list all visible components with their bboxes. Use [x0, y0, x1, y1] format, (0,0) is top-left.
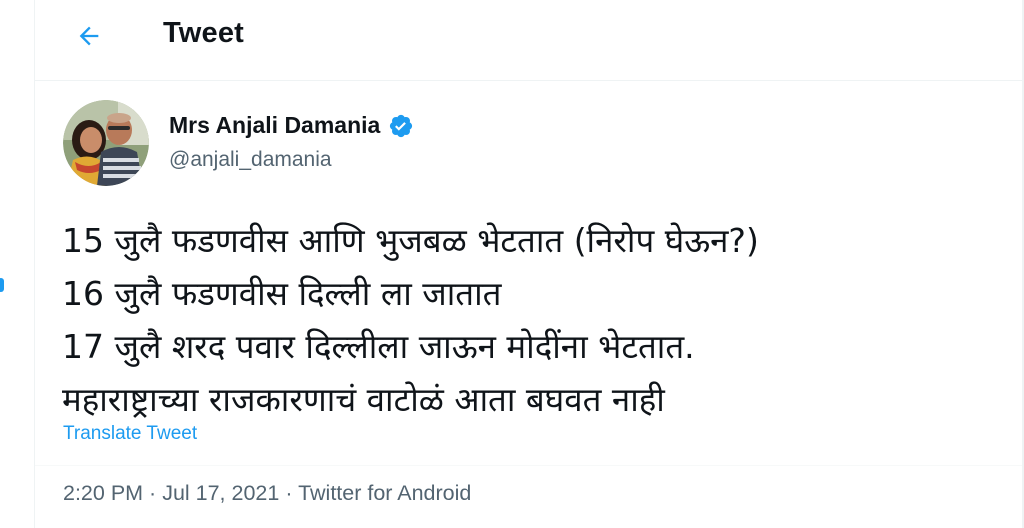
verified-badge-icon	[390, 114, 413, 137]
meta-separator: ·	[143, 481, 163, 505]
nav-indicator	[0, 278, 4, 292]
translate-tweet-link[interactable]: Translate Tweet	[63, 423, 197, 445]
left-nav-edge	[0, 0, 35, 528]
back-button[interactable]	[69, 16, 109, 56]
tweet-time[interactable]: 2:20 PM	[63, 481, 143, 505]
profile-photo-icon	[63, 100, 149, 186]
page-header: Tweet	[35, 0, 1022, 81]
author-display-name: Mrs Anjali Damania	[169, 112, 381, 138]
tweet-text: 15 जुलै फडणवीस आणि भुजबळ भेटतात (निरोप घ…	[62, 214, 962, 426]
author-handle[interactable]: @anjali_damania	[169, 148, 332, 172]
author-name[interactable]: Mrs Anjali Damania	[169, 112, 414, 139]
tweet-detail-page: Tweet Mrs Anjali Damania @anjali_damania…	[0, 0, 1024, 528]
tweet-line: 17 जुलै शरद पवार दिल्लीला जाऊन मोदींना भ…	[62, 327, 695, 366]
meta-separator: ·	[279, 481, 299, 505]
tweet-line: महाराष्ट्राच्या राजकारणाचं वाटोळं आता बघ…	[62, 380, 665, 419]
avatar[interactable]	[63, 100, 149, 186]
arrow-left-icon	[79, 26, 99, 46]
tweet-source[interactable]: Twitter for Android	[298, 481, 471, 505]
page-title: Tweet	[163, 17, 245, 49]
divider	[35, 465, 1022, 466]
tweet-line: 16 जुलै फडणवीस दिल्ली ला जातात	[62, 274, 502, 313]
tweet-line: 15 जुलै फडणवीस आणि भुजबळ भेटतात (निरोप घ…	[62, 221, 759, 260]
tweet-date[interactable]: Jul 17, 2021	[162, 481, 279, 505]
tweet-metadata: 2:20 PM · Jul 17, 2021 · Twitter for And…	[63, 481, 471, 506]
